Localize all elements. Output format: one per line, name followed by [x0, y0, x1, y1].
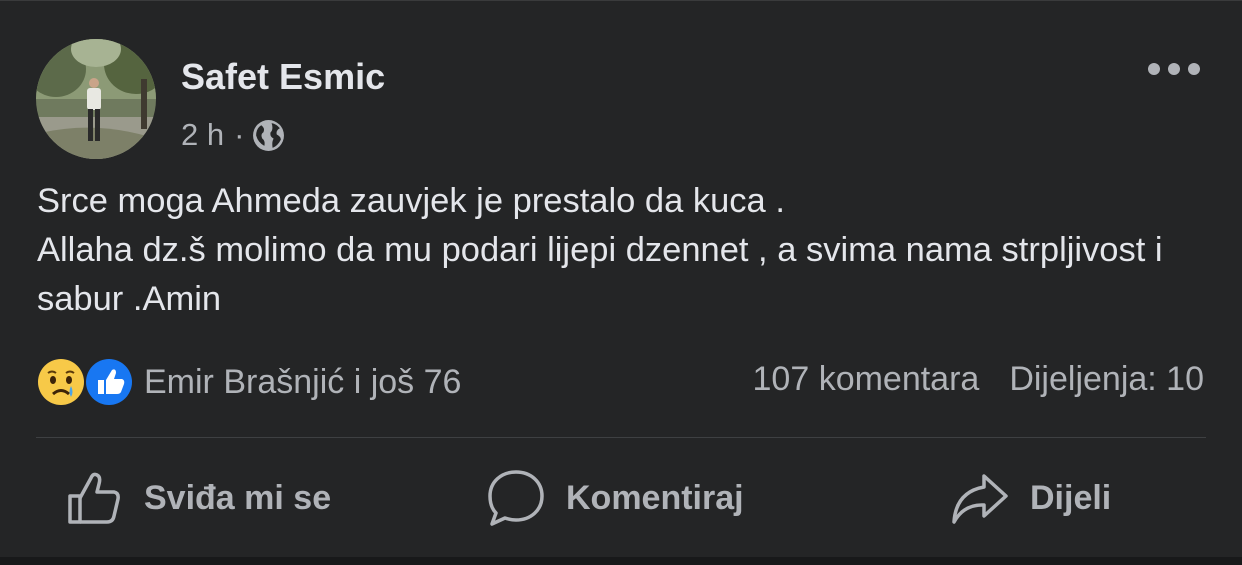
more-options-icon[interactable]: [1146, 53, 1202, 85]
like-button[interactable]: Sviđa mi se: [64, 463, 331, 533]
like-label: Sviđa mi se: [144, 478, 332, 517]
shares-count[interactable]: Dijeljenja: 10: [1009, 360, 1204, 399]
post-text: Srce moga Ahmeda zauvjek je prestalo da …: [37, 182, 1163, 318]
comment-bubble-icon: [488, 470, 544, 526]
post-time[interactable]: 2 h: [181, 117, 224, 153]
comment-button[interactable]: Komentiraj: [486, 463, 744, 533]
author-name[interactable]: Safet Esmic: [181, 56, 385, 98]
post-card: Safet Esmic 2 h · Srce moga Ahmeda zauvj…: [0, 0, 1242, 565]
share-arrow-icon: [952, 474, 1008, 524]
thumbs-up-icon: [68, 472, 120, 524]
sad-reaction-icon: [36, 357, 86, 407]
author-avatar[interactable]: [36, 39, 156, 159]
comment-label: Komentiraj: [566, 478, 744, 517]
meta-separator: ·: [234, 117, 245, 152]
comments-count[interactable]: 107 komentara: [753, 360, 980, 399]
post-meta: 2 h ·: [181, 117, 285, 153]
share-button[interactable]: Dijeli: [950, 463, 1111, 533]
reaction-names[interactable]: Emir Brašnjić i još 76: [144, 363, 461, 402]
card-bottom-edge: [0, 557, 1242, 565]
engagement-counts: 107 komentara Dijeljenja: 10: [753, 360, 1204, 399]
reactions-summary[interactable]: Emir Brašnjić i još 76: [34, 355, 461, 409]
globe-icon[interactable]: [252, 119, 285, 152]
divider: [36, 437, 1206, 438]
avatar-photo: [36, 39, 156, 159]
share-label: Dijeli: [1030, 478, 1112, 517]
like-reaction-icon: [84, 357, 134, 407]
reaction-icons: [34, 355, 138, 409]
